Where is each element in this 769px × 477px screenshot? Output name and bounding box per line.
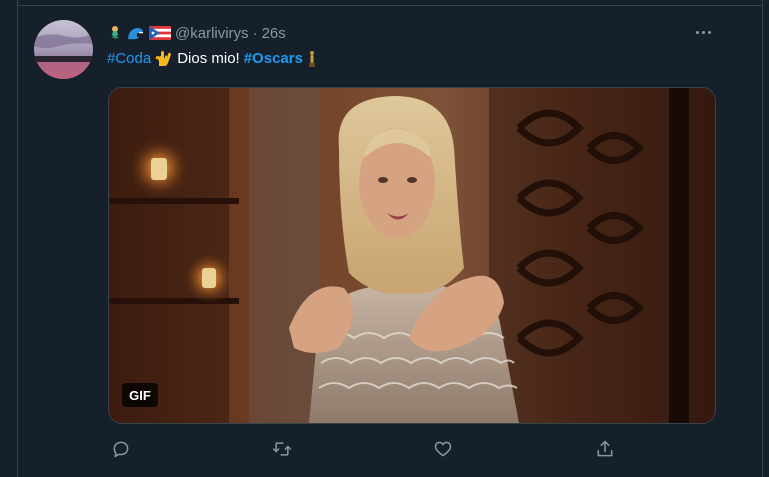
puerto-rico-flag-emoji bbox=[149, 26, 171, 40]
gif-badge: GIF bbox=[122, 383, 158, 407]
love-you-gesture-emoji bbox=[155, 50, 173, 68]
gif-frame bbox=[109, 88, 715, 423]
retweet-icon[interactable] bbox=[269, 436, 295, 462]
trophy-statue-emoji bbox=[307, 50, 317, 68]
gif-media[interactable] bbox=[108, 87, 716, 424]
user-handle[interactable]: @karlivirys bbox=[175, 25, 249, 42]
tweet-actions bbox=[108, 436, 748, 464]
avatar-image bbox=[34, 20, 93, 79]
more-options-icon[interactable] bbox=[693, 24, 713, 40]
hashtag-oscars[interactable]: #Oscars bbox=[244, 48, 303, 70]
avatar[interactable] bbox=[34, 20, 93, 79]
like-icon[interactable] bbox=[430, 436, 456, 462]
share-icon[interactable] bbox=[592, 436, 618, 462]
wave-emoji bbox=[127, 25, 145, 41]
separator-dot: · bbox=[252, 24, 258, 42]
mermaid-emoji bbox=[107, 25, 123, 41]
timeline-border-right bbox=[762, 0, 763, 477]
tweet-divider bbox=[17, 5, 763, 6]
tweet-header: @karlivirys · 26s bbox=[107, 22, 286, 44]
tweet-timestamp[interactable]: 26s bbox=[262, 25, 286, 42]
reply-icon[interactable] bbox=[108, 436, 134, 462]
tweet-text: #Coda Dios mio! #Oscars bbox=[107, 48, 317, 70]
hashtag-coda[interactable]: #Coda bbox=[107, 48, 151, 70]
timeline-border-left bbox=[17, 0, 18, 477]
tweet-text-body: Dios mio! bbox=[177, 50, 240, 67]
